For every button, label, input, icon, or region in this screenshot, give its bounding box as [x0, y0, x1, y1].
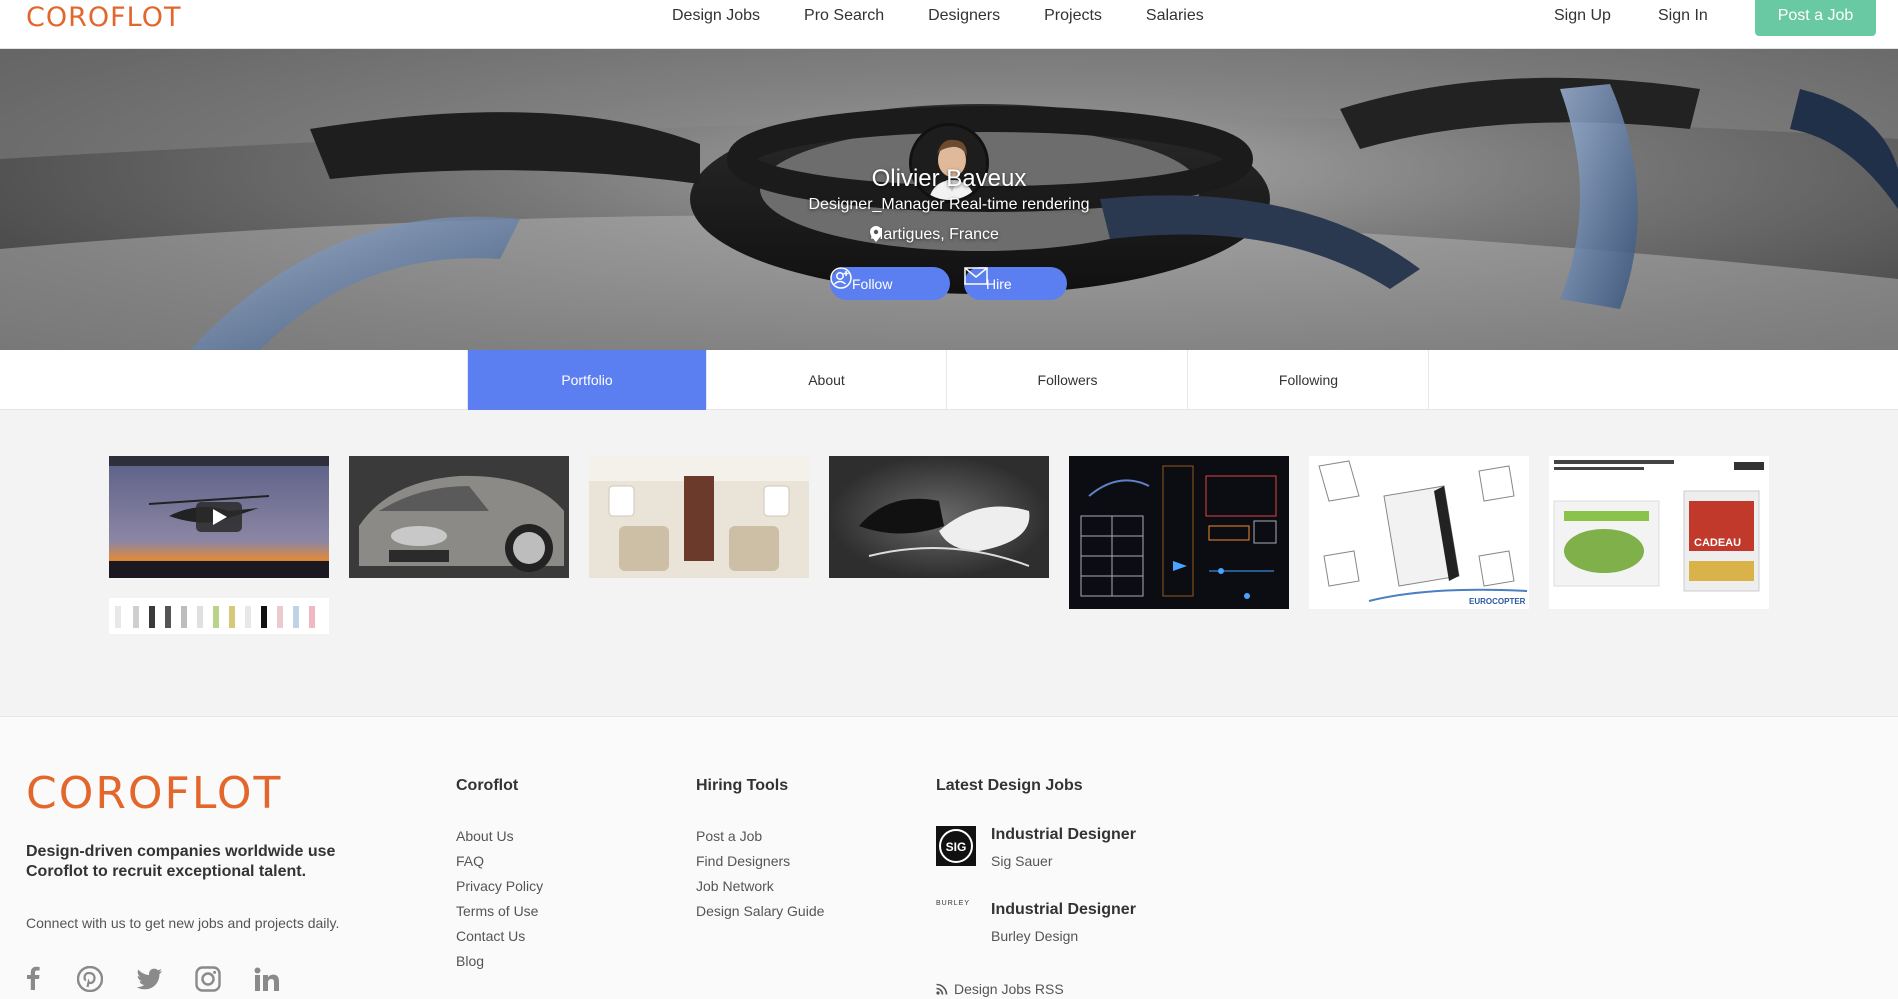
tab-portfolio[interactable]: Portfolio: [467, 350, 707, 410]
portfolio-item-cockpit-display[interactable]: [1069, 456, 1289, 609]
footer-link-about-us[interactable]: About Us: [456, 828, 514, 844]
flyer-design-thumbnail: CADEAU: [1549, 456, 1769, 609]
hire-button[interactable]: Hire: [964, 267, 1067, 300]
eurocopter-caption: EUROCOPTER: [1469, 597, 1526, 606]
portfolio-item-bottles[interactable]: [109, 598, 329, 634]
nav-pro-search[interactable]: Pro Search: [804, 7, 884, 25]
footer-link-post-a-job[interactable]: Post a Job: [696, 828, 762, 844]
job-title-1[interactable]: Industrial Designer: [991, 826, 1136, 844]
profile-location: Martigues, France: [870, 226, 999, 244]
main-nav: Design Jobs Pro Search Designers Project…: [672, 7, 1248, 25]
instagram-icon[interactable]: [195, 966, 221, 992]
footer-link-find-designers[interactable]: Find Designers: [696, 853, 790, 869]
post-a-job-button[interactable]: Post a Job: [1755, 0, 1876, 36]
tab-about[interactable]: About: [707, 350, 947, 410]
sig-logo-text: SIG: [946, 840, 967, 854]
pinterest-icon[interactable]: [77, 966, 103, 992]
footer-link-design-salary-guide[interactable]: Design Salary Guide: [696, 903, 824, 919]
footer-connect-text: Connect with us to get new jobs and proj…: [26, 915, 340, 931]
nav-projects[interactable]: Projects: [1044, 7, 1102, 25]
eurocopter-sketch-thumbnail: EUROCOPTER: [1309, 456, 1529, 609]
location-text: Martigues, France: [870, 226, 999, 243]
hire-label: Hire: [986, 275, 1012, 292]
profile-cover-banner: Olivier Baveux Designer_Manager Real-tim…: [0, 49, 1898, 350]
portfolio-item-clio[interactable]: [349, 456, 569, 578]
tab-following[interactable]: Following: [1189, 350, 1429, 410]
sign-in-link[interactable]: Sign In: [1658, 7, 1708, 25]
shoe-render-thumbnail: [829, 456, 1049, 578]
footer-coroflot-logo[interactable]: COROFLOT: [26, 768, 282, 819]
sign-up-link[interactable]: Sign Up: [1554, 7, 1611, 25]
burley-logo-text: BURLEY: [936, 900, 970, 907]
portfolio-item-helicopter-video[interactable]: [109, 456, 329, 578]
footer-tagline: Design-driven companies worldwide use Co…: [26, 843, 336, 880]
footer-link-contact-us[interactable]: Contact Us: [456, 928, 525, 944]
burley-logo-icon[interactable]: BURLEY: [936, 895, 976, 909]
rss-icon: [936, 983, 948, 995]
job-company-1[interactable]: Sig Sauer: [991, 853, 1052, 869]
linkedin-icon[interactable]: [254, 967, 280, 991]
helicopter-video-thumbnail: [109, 456, 329, 578]
design-jobs-rss-link[interactable]: Design Jobs RSS: [936, 981, 1064, 997]
footer-link-terms-of-use[interactable]: Terms of Use: [456, 903, 538, 919]
footer-link-privacy-policy[interactable]: Privacy Policy: [456, 878, 543, 894]
follow-button[interactable]: Follow: [830, 267, 950, 300]
footer-col-hiring-tools-title: Hiring Tools: [696, 777, 789, 794]
cabin-interior-thumbnail: [589, 456, 809, 578]
job-title-2[interactable]: Industrial Designer: [991, 901, 1136, 919]
rss-label: Design Jobs RSS: [954, 981, 1064, 997]
tab-followers[interactable]: Followers: [948, 350, 1188, 410]
job-company-2[interactable]: Burley Design: [991, 928, 1078, 944]
flyer-caption: CADEAU: [1694, 537, 1741, 549]
portfolio-item-flyer[interactable]: CADEAU: [1549, 456, 1769, 609]
car-clio-thumbnail: [349, 456, 569, 578]
follow-label: Follow: [852, 275, 893, 292]
location-pin-icon: [870, 226, 882, 242]
footer-col-coroflot-title: Coroflot: [456, 777, 519, 794]
facebook-icon[interactable]: [26, 966, 40, 990]
profile-name: Olivier Baveux: [871, 165, 1027, 192]
cockpit-display-thumbnail: [1069, 456, 1289, 609]
mail-icon: [964, 267, 988, 285]
portfolio-item-shoe[interactable]: [829, 456, 1049, 578]
add-user-icon: [830, 267, 852, 289]
profile-title: Designer_Manager Real-time rendering: [808, 196, 1090, 213]
profile-tabs: Portfolio About Followers Following: [0, 350, 1898, 410]
footer-col-latest-jobs-title: Latest Design Jobs: [936, 777, 1083, 794]
nav-design-jobs[interactable]: Design Jobs: [672, 7, 760, 25]
twitter-icon[interactable]: [137, 968, 163, 990]
coroflot-logo[interactable]: COROFLOT: [26, 2, 181, 33]
nav-designers[interactable]: Designers: [928, 7, 1000, 25]
nav-salaries[interactable]: Salaries: [1146, 7, 1204, 25]
footer-link-job-network[interactable]: Job Network: [696, 878, 774, 894]
footer-link-faq[interactable]: FAQ: [456, 853, 484, 869]
sig-sauer-logo-icon[interactable]: SIG: [936, 826, 976, 866]
portfolio-item-eurocopter[interactable]: EUROCOPTER: [1309, 456, 1529, 609]
bottles-lineup-thumbnail: [109, 598, 329, 634]
top-navigation-bar: COROFLOT Design Jobs Pro Search Designer…: [0, 0, 1898, 49]
footer-link-blog[interactable]: Blog: [456, 953, 484, 969]
portfolio-item-cabin[interactable]: [589, 456, 809, 578]
